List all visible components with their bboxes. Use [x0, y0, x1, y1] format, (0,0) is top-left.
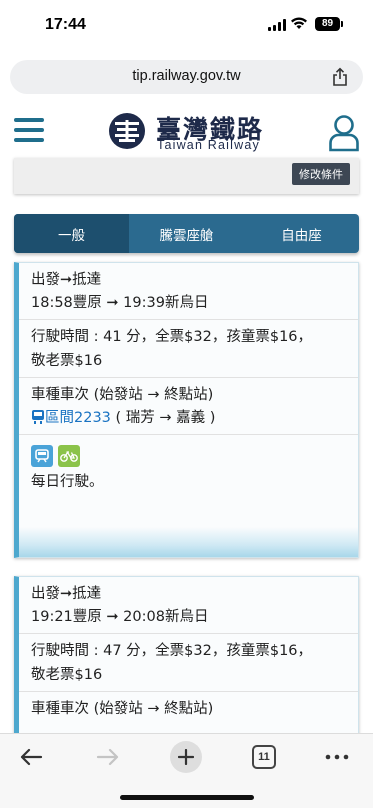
- fare-row: 行駛時間 : 47 分，全票$32，孩童票$16， 敬老票$16: [19, 634, 358, 692]
- home-indicator[interactable]: [120, 795, 254, 800]
- battery-icon: 89: [315, 17, 343, 31]
- train-icon: [32, 409, 44, 424]
- site-subtitle[interactable]: Taiwan Railway: [157, 138, 260, 152]
- fare-line: 行駛時間 : 47 分，全票$32，孩童票$16，: [31, 643, 313, 660]
- route-times: 19:21豐原 ➞ 20:08新烏日: [31, 609, 209, 626]
- train-type-header: 車種車次 (始發站 → 終點站): [31, 386, 214, 403]
- tab-count-button[interactable]: 11: [252, 745, 276, 769]
- card-footer: [19, 527, 358, 557]
- wifi-icon: [291, 17, 307, 29]
- status-bar: 17:44 89: [0, 0, 373, 54]
- fare-row: 行駛時間 : 41 分，全票$32，孩童票$16， 敬老票$16: [19, 320, 358, 378]
- route-times: 18:58豐原 ➞ 19:39新烏日: [31, 295, 209, 312]
- railway-logo-icon[interactable]: [108, 112, 146, 150]
- user-icon[interactable]: [328, 114, 360, 152]
- route-header: 出發➞抵達: [31, 272, 102, 288]
- service-row: 每日行駛。: [19, 435, 358, 498]
- train-type-row: 車種車次 (始發站 → 終點站): [19, 692, 358, 725]
- service-note: 每日行駛。: [31, 474, 104, 491]
- share-icon[interactable]: [331, 67, 349, 87]
- forward-icon[interactable]: [93, 744, 123, 770]
- plus-icon: [178, 749, 194, 765]
- route-row: 出發➞抵達 18:58豐原 ➞ 19:39新烏日: [19, 263, 358, 321]
- seat-type-tabs: 一般 騰雲座艙 自由座: [14, 214, 359, 253]
- train-type-header: 車種車次 (始發站 → 終點站): [31, 700, 214, 717]
- back-icon[interactable]: [16, 744, 46, 770]
- fare-line-senior: 敬老票$16: [31, 666, 103, 683]
- address-bar[interactable]: tip.railway.gov.tw: [10, 60, 363, 94]
- tab-business-class[interactable]: 騰雲座艙: [129, 214, 244, 253]
- search-condition-panel: 修改條件: [14, 158, 359, 194]
- site-header: 臺灣鐵路 Taiwan Railway: [0, 104, 373, 160]
- menu-icon[interactable]: [14, 118, 44, 144]
- modify-conditions-button[interactable]: 修改條件: [292, 163, 350, 185]
- train-card[interactable]: 出發➞抵達 19:21豐原 ➞ 20:08新烏日 行駛時間 : 47 分，全票$…: [14, 576, 359, 756]
- tab-general[interactable]: 一般: [14, 214, 129, 253]
- train-number-link[interactable]: 區間2233: [45, 410, 111, 426]
- bicycle-icon: [58, 445, 80, 468]
- fare-line-senior: 敬老票$16: [31, 352, 103, 369]
- more-icon[interactable]: [322, 744, 352, 770]
- cellular-signal-icon: [268, 19, 286, 31]
- new-tab-button[interactable]: [170, 741, 202, 773]
- train-type-row: 車種車次 (始發站 → 終點站) 區間2233 ( 瑞芳 → 嘉義 ): [19, 378, 358, 436]
- clock: 17:44: [45, 16, 86, 33]
- wheelchair-accessible-icon: [31, 445, 53, 468]
- tab-non-reserved[interactable]: 自由座: [244, 214, 359, 253]
- train-card[interactable]: 出發➞抵達 18:58豐原 ➞ 19:39新烏日 行駛時間 : 41 分，全票$…: [14, 262, 359, 558]
- route-header: 出發➞抵達: [31, 586, 102, 602]
- train-route: ( 瑞芳 → 嘉義 ): [110, 409, 216, 426]
- route-row: 出發➞抵達 19:21豐原 ➞ 20:08新烏日: [19, 577, 358, 635]
- url-text[interactable]: tip.railway.gov.tw: [10, 68, 363, 84]
- fare-line: 行駛時間 : 41 分，全票$32，孩童票$16，: [31, 329, 313, 346]
